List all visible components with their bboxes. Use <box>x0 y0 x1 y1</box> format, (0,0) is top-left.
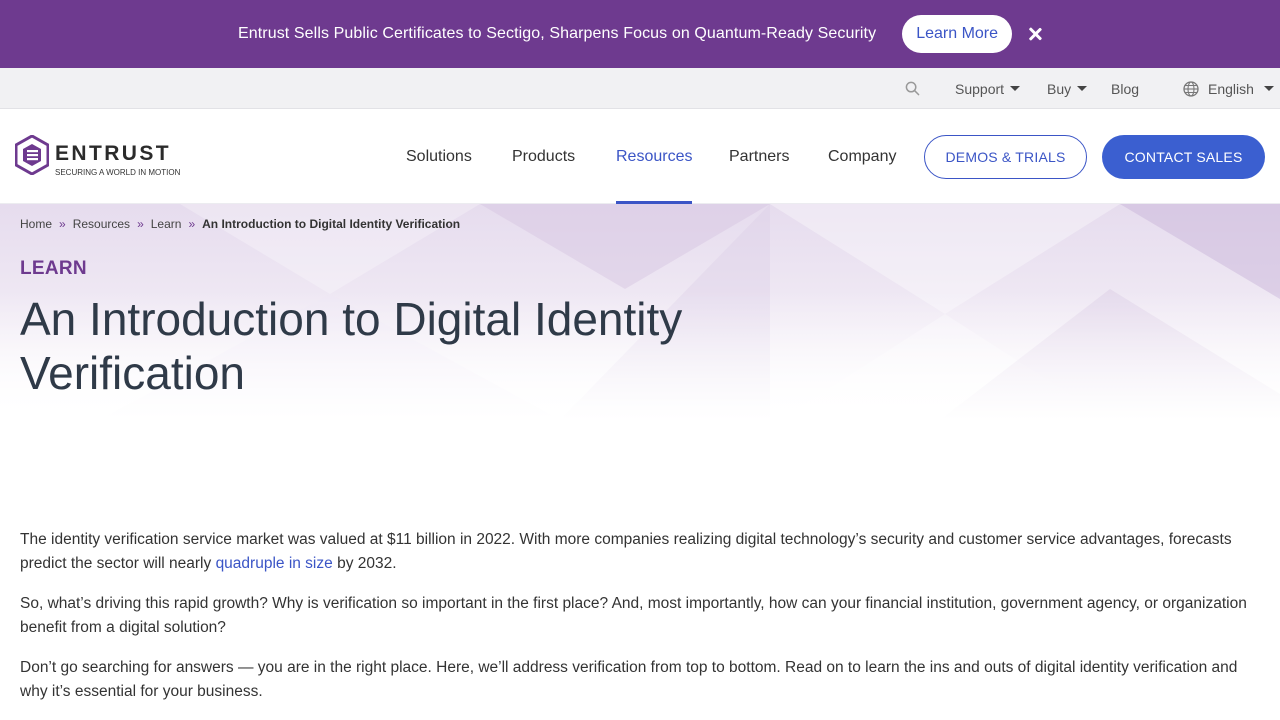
breadcrumb: Home » Resources » Learn » An Introducti… <box>20 217 460 231</box>
section-eyebrow: LEARN <box>20 258 87 279</box>
support-label: Support <box>955 80 1005 97</box>
logo-wordmark: ENTRUST <box>55 142 171 165</box>
announcement-bar: Entrust Sells Public Certificates to Sec… <box>0 0 1280 68</box>
logo-mark-icon <box>15 135 49 175</box>
nav-resources[interactable]: Resources <box>616 109 693 204</box>
main-navigation: ENTRUST SECURING A WORLD IN MOTION Solut… <box>0 109 1280 204</box>
nav-company[interactable]: Company <box>828 109 896 204</box>
breadcrumb-separator: » <box>59 217 66 231</box>
logo-tagline: SECURING A WORLD IN MOTION <box>55 168 181 177</box>
paragraph-text: The identity verification service market… <box>20 531 1232 572</box>
language-label: English <box>1208 80 1254 97</box>
breadcrumb-learn[interactable]: Learn <box>151 217 182 231</box>
nav-solutions[interactable]: Solutions <box>406 109 472 204</box>
buy-menu[interactable]: Buy <box>1047 68 1088 109</box>
announcement-text: Entrust Sells Public Certificates to Sec… <box>237 25 877 42</box>
paragraph-text: by 2032. <box>332 555 397 572</box>
nav-partners[interactable]: Partners <box>729 109 789 204</box>
breadcrumb-current: An Introduction to Digital Identity Veri… <box>202 217 461 231</box>
entrust-logo[interactable]: ENTRUST SECURING A WORLD IN MOTION <box>15 135 180 178</box>
buy-label: Buy <box>1047 80 1072 97</box>
quadruple-in-size-link[interactable]: quadruple in size <box>216 555 333 572</box>
chevron-down-icon <box>1263 86 1274 91</box>
learn-more-button[interactable]: Learn More <box>902 15 1013 53</box>
demos-trials-button[interactable]: DEMOS & TRIALS <box>924 135 1087 179</box>
article-paragraph: Don’t go searching for answers — you are… <box>20 659 1238 700</box>
hero-section: Home » Resources » Learn » An Introducti… <box>0 204 1280 420</box>
chevron-down-icon <box>1010 86 1021 91</box>
chevron-down-icon <box>1077 86 1088 91</box>
globe-icon <box>1183 80 1199 97</box>
support-menu[interactable]: Support <box>955 68 1021 109</box>
page-title: An Introduction to Digital Identity Veri… <box>20 293 683 399</box>
blog-link[interactable]: Blog <box>1111 68 1139 109</box>
article-body: The identity verification service market… <box>20 528 1250 720</box>
breadcrumb-separator: » <box>188 217 196 231</box>
search-icon[interactable] <box>905 68 920 109</box>
article-paragraph: The identity verification service market… <box>20 528 1250 576</box>
close-icon[interactable] <box>1028 27 1042 41</box>
nav-products[interactable]: Products <box>512 109 575 204</box>
contact-sales-button[interactable]: CONTACT SALES <box>1102 135 1265 179</box>
utility-bar: Support Buy Blog English <box>0 68 1280 109</box>
language-selector[interactable]: English <box>1183 68 1274 109</box>
breadcrumb-home[interactable]: Home <box>20 217 52 231</box>
breadcrumb-separator: » <box>137 217 144 231</box>
article-paragraph: So, what’s driving this rapid growth? Wh… <box>20 595 1247 636</box>
breadcrumb-resources[interactable]: Resources <box>73 217 130 231</box>
